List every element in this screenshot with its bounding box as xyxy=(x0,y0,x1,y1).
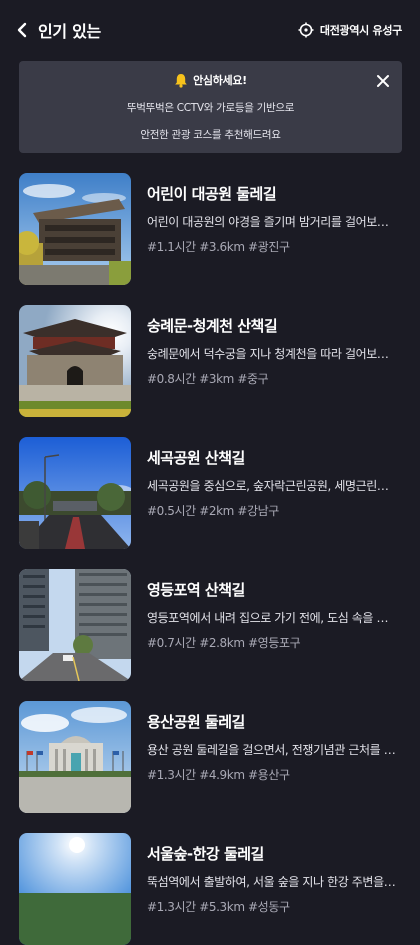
course-title: 영등포역 산책길 xyxy=(147,581,245,599)
location-selector-button[interactable]: 대전광역시 유성구 xyxy=(298,22,402,38)
course-thumbnail xyxy=(19,701,131,813)
course-tags: #0.5시간 #2km #강남구 xyxy=(147,504,279,518)
course-thumbnail xyxy=(19,305,131,417)
notice-title-row: 안심하세요! xyxy=(19,72,402,88)
course-thumbnail xyxy=(19,833,131,945)
course-tags: #1.1시간 #3.6km #광진구 xyxy=(147,240,290,254)
close-icon[interactable] xyxy=(376,73,390,87)
notice-title: 안심하세요! xyxy=(193,74,247,87)
course-title: 서울숲-한강 둘레길 xyxy=(147,845,264,863)
course-description: 세곡공원을 중심으로, 숲자락근린공원, 세명근린공원을 걸어보세요 xyxy=(147,479,397,493)
course-card[interactable]: 서울숲-한강 둘레길 뚝섬역에서 출발하여, 서울 숲을 지나 한강 주변을 걸… xyxy=(0,833,420,945)
course-thumbnail xyxy=(19,173,131,285)
chevron-left-icon[interactable] xyxy=(16,21,30,39)
course-description: 영등포역에서 내려 집으로 가기 전에, 도심 속을 걸어보세요 xyxy=(147,611,397,625)
course-card[interactable]: 영등포역 산책길 영등포역에서 내려 집으로 가기 전에, 도심 속을 걸어보세… xyxy=(0,569,420,681)
header-left: 인기 있는 xyxy=(16,18,101,42)
course-title: 어린이 대공원 둘레길 xyxy=(147,185,277,203)
course-thumbnail xyxy=(19,569,131,681)
notice-text-line-2: 안전한 관광 코스를 추천해드려요 xyxy=(140,129,281,141)
course-tags: #0.7시간 #2.8km #영등포구 xyxy=(147,636,301,650)
page-title: 인기 있는 xyxy=(38,22,101,41)
course-title: 숭례문-청계천 산책길 xyxy=(147,317,278,335)
location-label: 대전광역시 유성구 xyxy=(319,24,402,37)
course-description: 뚝섬역에서 출발하여, 서울 숲을 지나 한강 주변을 걸어보세요 xyxy=(147,875,397,889)
course-tags: #0.8시간 #3km #중구 xyxy=(147,372,269,386)
course-title: 세곡공원 산책길 xyxy=(147,449,245,467)
course-thumbnail xyxy=(19,437,131,549)
course-description: 숭례문에서 덕수궁을 지나 청계천을 따라 걸어보세요 xyxy=(147,347,397,361)
notice-text-line-1: 뚜벅뚜벅은 CCTV와 가로등을 기반으로 xyxy=(126,102,295,114)
target-location-icon xyxy=(298,22,314,38)
course-description: 어린이 대공원의 야경을 즐기며 밤거리를 걸어보세요 xyxy=(147,215,397,229)
course-description: 용산 공원 둘레길을 걸으면서, 전쟁기념관 근처를 걸어보세요 xyxy=(147,743,397,757)
bell-icon xyxy=(174,73,188,88)
course-tags: #1.3시간 #4.9km #용산구 xyxy=(147,768,290,782)
course-card[interactable]: 세곡공원 산책길 세곡공원을 중심으로, 숲자락근린공원, 세명근린공원을 걸어… xyxy=(0,437,420,549)
course-title: 용산공원 둘레길 xyxy=(147,713,245,731)
course-card[interactable]: 어린이 대공원 둘레길 어린이 대공원의 야경을 즐기며 밤거리를 걸어보세요 … xyxy=(0,173,420,285)
course-card[interactable]: 용산공원 둘레길 용산 공원 둘레길을 걸으면서, 전쟁기념관 근처를 걸어보세… xyxy=(0,701,420,813)
course-card[interactable]: 숭례문-청계천 산책길 숭례문에서 덕수궁을 지나 청계천을 따라 걸어보세요 … xyxy=(0,305,420,417)
safety-notice-banner: 안심하세요! 뚜벅뚜벅은 CCTV와 가로등을 기반으로 안전한 관광 코스를 … xyxy=(19,61,402,153)
top-app-bar: 인기 있는 대전광역시 유성구 xyxy=(0,0,420,60)
